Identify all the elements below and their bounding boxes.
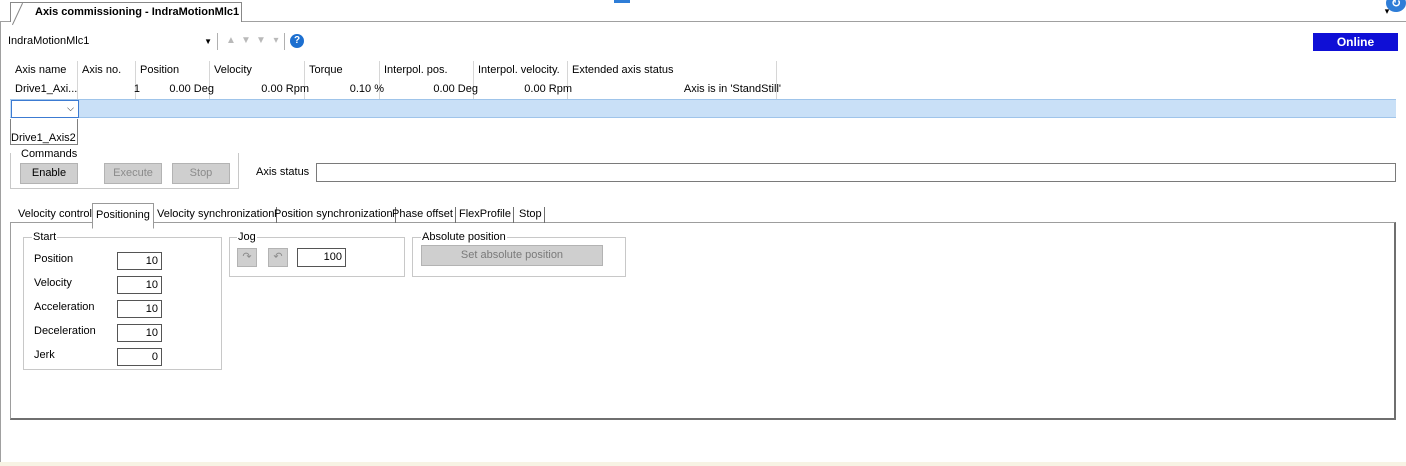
document-tab[interactable]: Axis commissioning - IndraMotionMlc1 [10, 2, 242, 22]
jog-title: Jog [237, 231, 257, 243]
tab-phase-offset[interactable]: Phase offset [389, 205, 456, 225]
tab-flexprofile[interactable]: FlexProfile [456, 205, 514, 225]
jog-forward-icon[interactable]: ↷ [237, 248, 257, 267]
axis-status-field [316, 163, 1396, 182]
stop-button[interactable]: Stop [172, 163, 230, 184]
position-input[interactable]: 10 [117, 252, 162, 270]
column-header[interactable]: Interpol. pos. [379, 62, 478, 79]
column-header[interactable]: Velocity [209, 62, 309, 79]
device-select-value: IndraMotionMlc1 [8, 35, 90, 47]
column-header[interactable]: Torque [304, 62, 384, 79]
tab-position-synchronization[interactable]: Position synchronization [271, 205, 396, 225]
tab-label: Position synchronization [274, 208, 393, 220]
column-header[interactable]: Axis no. [77, 62, 140, 79]
device-select[interactable]: IndraMotionMlc1 ▼ [8, 31, 214, 52]
deceleration-label: Deceleration [34, 325, 96, 337]
table-cell[interactable]: 0.00 Rpm [209, 81, 314, 98]
toolbar-separator [217, 33, 218, 50]
help-icon[interactable]: ? [290, 34, 304, 48]
acceleration-input[interactable]: 10 [117, 300, 162, 318]
tab-label: Velocity synchronization [157, 208, 275, 220]
tab-label: Phase offset [392, 208, 453, 220]
absolute-position-title: Absolute position [421, 231, 507, 243]
axis-status-label: Axis status [256, 166, 310, 178]
tab-label: Velocity control [18, 208, 92, 220]
deceleration-input[interactable]: 10 [117, 324, 162, 342]
tab-label: Positioning [96, 209, 150, 221]
set-absolute-position-button[interactable]: Set absolute position [421, 245, 603, 266]
tab-velocity-control[interactable]: Velocity control [15, 205, 95, 225]
table-cell[interactable]: Axis is in 'StandStill' [567, 81, 786, 98]
chevron-down-icon: ▼ [204, 37, 212, 46]
toolbar: IndraMotionMlc1 ▼ ▲ ▼ ▼ ▾ ? [0, 31, 1406, 53]
axis-grid: Axis name Axis no. Position Velocity Tor… [10, 61, 1396, 119]
jog-backward-icon[interactable]: ↶ [268, 248, 288, 267]
online-status-badge: Online [1313, 33, 1398, 51]
column-header[interactable]: Interpol. velocity. [473, 62, 572, 79]
tab-positioning[interactable]: Positioning [92, 203, 154, 229]
toolbar-separator [284, 33, 285, 50]
table-cell[interactable]: 0.00 Rpm [473, 81, 577, 98]
tab-label: Stop [519, 208, 542, 220]
dropdown-option[interactable]: Drive1_Axis2 [11, 131, 76, 145]
new-axis-row[interactable]: ⌵ [10, 99, 1396, 118]
jog-value-input[interactable]: 100 [297, 248, 346, 267]
tab-separator [543, 207, 545, 223]
table-cell[interactable]: 0.00 Deg [379, 81, 483, 98]
position-label: Position [34, 253, 74, 265]
tab-stop[interactable]: Stop [516, 205, 545, 225]
acceleration-label: Acceleration [34, 301, 95, 313]
jerk-input[interactable]: 0 [117, 348, 162, 366]
column-header[interactable]: Axis name [10, 62, 82, 79]
enable-button[interactable]: Enable [20, 163, 78, 184]
jerk-label: Jerk [34, 349, 55, 361]
nav-more-icon[interactable]: ▾ [267, 32, 285, 50]
axis-dropdown-list: Drive1_Axis2 [10, 119, 78, 145]
velocity-input[interactable]: 10 [117, 276, 162, 294]
column-header[interactable]: Position [135, 62, 214, 79]
left-window-border [0, 0, 1, 466]
document-tab-strip: Axis commissioning - IndraMotionMlc1 ▾ [0, 0, 1406, 22]
column-header[interactable]: Extended axis status [567, 62, 781, 79]
chevron-down-icon: ⌵ [67, 103, 74, 113]
table-cell[interactable]: Drive1_Axi... [10, 81, 87, 98]
top-marker [614, 0, 630, 3]
status-strip [0, 462, 1406, 466]
velocity-label: Velocity [34, 277, 72, 289]
tab-row: Velocity control Positioning Velocity sy… [15, 203, 575, 229]
tab-separator [512, 207, 514, 223]
tab-velocity-synchronization[interactable]: Velocity synchronization [154, 205, 278, 225]
table-cell[interactable]: 0.00 Deg [135, 81, 219, 98]
commands-title: Commands [20, 148, 79, 160]
table-cell[interactable]: 0.10 % [304, 81, 389, 98]
tab-label: FlexProfile [459, 208, 511, 220]
start-title: Start [32, 231, 58, 243]
axis-name-combo[interactable]: ⌵ [11, 100, 79, 118]
execute-button[interactable]: Execute [104, 163, 162, 184]
